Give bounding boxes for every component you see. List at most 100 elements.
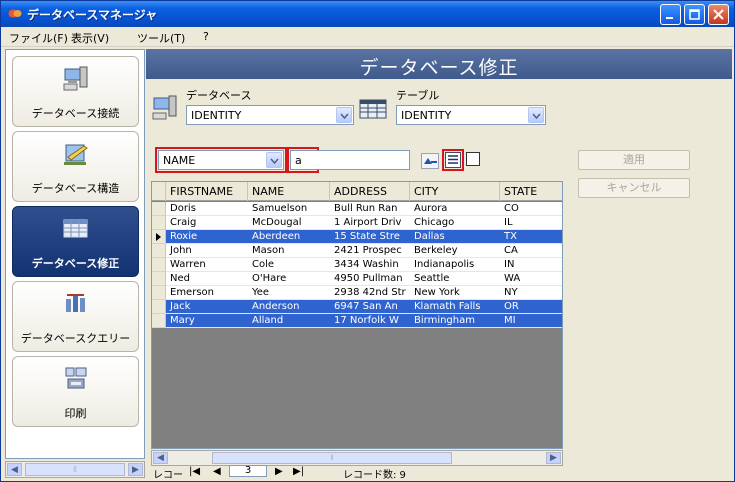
table-cell[interactable]: Yee (248, 286, 330, 300)
close-button[interactable] (708, 4, 729, 25)
scroll-thumb[interactable]: ⦀ (212, 452, 452, 464)
table-cell[interactable]: John (166, 244, 248, 258)
nav-database-connect[interactable]: データベース接続 (12, 56, 139, 127)
row-selector[interactable] (152, 258, 166, 272)
column-header[interactable]: STATE (500, 182, 562, 201)
scroll-left-icon[interactable]: ◀ (153, 452, 168, 464)
table-row[interactable]: Mary Alland 17 Norfolk W Birmingham MI (152, 314, 562, 328)
table-cell[interactable]: Seattle (410, 272, 500, 286)
apply-button[interactable]: 適用 (578, 150, 690, 170)
table-cell[interactable]: Dallas (410, 230, 500, 244)
table-cell[interactable]: Alland (248, 314, 330, 328)
scroll-thumb[interactable]: ⦀ (25, 463, 125, 476)
scroll-right-icon[interactable]: ▶ (546, 452, 561, 464)
table-cell[interactable]: Cole (248, 258, 330, 272)
table-row[interactable]: Craig McDougal 1 Airport Driv Chicago IL (152, 216, 562, 230)
first-record-icon[interactable]: |◀ (189, 466, 200, 477)
nav-database-structure[interactable]: データベース構造 (12, 131, 139, 202)
filter-checkbox[interactable] (466, 152, 480, 166)
scroll-right-icon[interactable]: ▶ (128, 463, 143, 476)
table-cell[interactable]: Jack (166, 300, 248, 314)
table-row[interactable]: Roxie Aberdeen 15 State Stre Dallas TX (152, 230, 562, 244)
table-cell[interactable]: TX (500, 230, 562, 244)
table-cell[interactable]: Berkeley (410, 244, 500, 258)
table-cell[interactable]: O'Hare (248, 272, 330, 286)
row-selector[interactable] (152, 272, 166, 286)
table-cell[interactable]: NY (500, 286, 562, 300)
table-cell[interactable]: 17 Norfolk W (330, 314, 410, 328)
table-cell[interactable]: MI (500, 314, 562, 328)
table-cell[interactable]: Emerson (166, 286, 248, 300)
table-cell[interactable]: 6947 San An (330, 300, 410, 314)
table-dropdown-button[interactable] (528, 107, 544, 123)
table-cell[interactable]: OR (500, 300, 562, 314)
table-cell[interactable]: Craig (166, 216, 248, 230)
table-row[interactable]: Emerson Yee 2938 42nd Str New York NY (152, 286, 562, 300)
field-select[interactable]: NAME (158, 150, 284, 170)
table-cell[interactable]: Warren (166, 258, 248, 272)
search-input[interactable]: a (290, 150, 410, 170)
sort-button[interactable] (421, 153, 439, 169)
previous-record-icon[interactable]: ◀ (213, 466, 221, 477)
table-cell[interactable]: Ned (166, 272, 248, 286)
row-selector[interactable] (152, 244, 166, 258)
field-dropdown-button[interactable] (266, 152, 282, 168)
nav-database-edit[interactable]: データベース修正 (12, 206, 139, 277)
row-selector[interactable] (152, 300, 166, 314)
next-record-icon[interactable]: ▶ (275, 466, 283, 477)
row-selector[interactable] (152, 286, 166, 300)
table-cell[interactable]: New York (410, 286, 500, 300)
table-row[interactable]: Doris Samuelson Bull Run Ran Aurora CO (152, 202, 562, 216)
row-selector[interactable] (152, 216, 166, 230)
database-select[interactable]: IDENTITY (186, 105, 354, 125)
table-cell[interactable]: Klamath Falls (410, 300, 500, 314)
table-cell[interactable]: Anderson (248, 300, 330, 314)
table-cell[interactable]: Samuelson (248, 202, 330, 216)
table-row[interactable]: Warren Cole 3434 Washin Indianapolis IN (152, 258, 562, 272)
cancel-button[interactable]: キャンセル (578, 178, 690, 198)
table-cell[interactable]: Aurora (410, 202, 500, 216)
table-cell[interactable]: CO (500, 202, 562, 216)
table-cell[interactable]: 15 State Stre (330, 230, 410, 244)
column-header[interactable]: FIRSTNAME (166, 182, 248, 201)
last-record-icon[interactable]: ▶| (293, 466, 304, 477)
menu-help[interactable]: ? (203, 30, 209, 43)
table-row[interactable]: Jack Anderson 6947 San An Klamath Falls OR (152, 300, 562, 314)
menu-view[interactable]: 表示(V) (71, 30, 109, 46)
table-cell[interactable]: Birmingham (410, 314, 500, 328)
table-cell[interactable]: WA (500, 272, 562, 286)
table-cell[interactable]: Roxie (166, 230, 248, 244)
navigation-scrollbar[interactable]: ◀ ⦀ ▶ (5, 461, 145, 478)
table-cell[interactable]: IL (500, 216, 562, 230)
table-cell[interactable]: Chicago (410, 216, 500, 230)
table-cell[interactable]: IN (500, 258, 562, 272)
table-cell[interactable]: Aberdeen (248, 230, 330, 244)
table-cell[interactable]: Mason (248, 244, 330, 258)
grid-horizontal-scrollbar[interactable]: ◀ ⦀ ▶ (151, 450, 563, 466)
filter-button[interactable] (445, 152, 461, 168)
row-selector[interactable] (152, 314, 166, 328)
table-cell[interactable]: Mary (166, 314, 248, 328)
table-cell[interactable]: McDougal (248, 216, 330, 230)
database-dropdown-button[interactable] (336, 107, 352, 123)
table-cell[interactable]: 4950 Pullman (330, 272, 410, 286)
row-selector[interactable] (152, 230, 166, 244)
row-selector[interactable] (152, 202, 166, 216)
column-header[interactable]: NAME (248, 182, 330, 201)
current-record-input[interactable]: 3 (229, 465, 267, 477)
table-row[interactable]: John Mason 2421 Prospec Berkeley CA (152, 244, 562, 258)
table-cell[interactable]: Doris (166, 202, 248, 216)
table-row[interactable]: Ned O'Hare 4950 Pullman Seattle WA (152, 272, 562, 286)
minimize-button[interactable] (660, 4, 681, 25)
table-cell[interactable]: 2938 42nd Str (330, 286, 410, 300)
menu-tools[interactable]: ツール(T) (137, 30, 185, 46)
table-cell[interactable]: 2421 Prospec (330, 244, 410, 258)
table-cell[interactable]: 1 Airport Driv (330, 216, 410, 230)
nav-database-query[interactable]: データベースクエリー (12, 281, 139, 352)
table-cell[interactable]: 3434 Washin (330, 258, 410, 272)
nav-print[interactable]: 印刷 (12, 356, 139, 427)
column-header[interactable]: ADDRESS (330, 182, 410, 201)
column-header[interactable]: CITY (410, 182, 500, 201)
table-cell[interactable]: Bull Run Ran (330, 202, 410, 216)
title-bar[interactable]: データベースマネージャ (1, 1, 734, 27)
